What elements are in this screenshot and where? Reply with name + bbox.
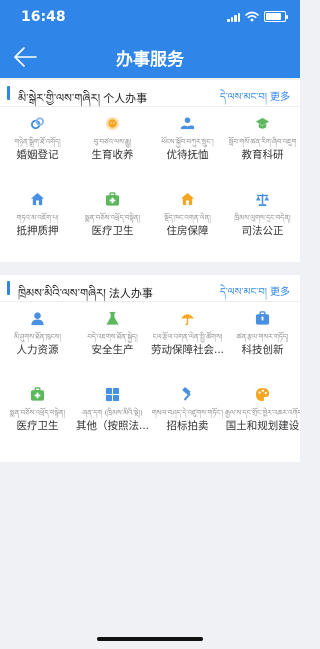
briefcase-icon xyxy=(255,311,270,325)
graduation-cap-icon xyxy=(255,117,270,129)
service-label: 人力资源 xyxy=(16,344,59,356)
service-grid: མི་ཤུགས་ཐོན་ཁུངས། 人力资源 བདེ་འཇགས་ཐོན་སྐྱེ… xyxy=(0,302,300,454)
service-label: 国土和规划建设 xyxy=(225,420,300,432)
service-grid: གཉེན་སྒྲིག་ཐོ་འགོད། 婚姻登记 བུ་བཙའ་ལས་རྒྱུ།… xyxy=(0,107,300,259)
hammer-icon xyxy=(182,387,191,401)
service-label: 招标拍卖 xyxy=(166,420,209,432)
service-label: 安全生产 xyxy=(91,344,134,356)
service-label: 司法公正 xyxy=(241,225,284,237)
service-label: 其他（按照法... xyxy=(75,420,149,432)
umbrella-icon xyxy=(180,314,195,326)
section-header: ཁྲིམས་མིའི་ལས་གཞིར། 法人办事 དེ་ལས་མང་བ། 更多 xyxy=(0,275,300,301)
service-label: 教育科研 xyxy=(241,149,284,161)
wifi-icon xyxy=(245,11,259,22)
person-icon xyxy=(31,312,44,326)
service-housing-security[interactable]: སྡོད་ཁང་འགན་ལེན། 住房保障 xyxy=(150,183,225,259)
app-header: 16:48 办事服务 xyxy=(0,0,300,78)
palette-icon xyxy=(255,387,270,402)
service-label: 生育收养 xyxy=(91,149,134,161)
service-land-planning[interactable]: རྒྱལ་ས་དང་གྲོང་ཁྱེར་འཆར་འགོད། 国土和规划建设 xyxy=(225,378,300,454)
service-safe-production[interactable]: བདེ་འཇགས་ཐོན་སྐྱེད། 安全生产 xyxy=(75,302,150,378)
navigation-bar: 办事服务 xyxy=(0,36,300,78)
home-icon xyxy=(30,192,45,206)
section-accent-bar xyxy=(7,281,10,295)
service-label: 抵押质押 xyxy=(16,225,59,237)
section-title-chinese: 法人办事 xyxy=(108,287,153,300)
service-medical-health[interactable]: སྨན་བཅོས་འཕྲོད་བསྟེན། 医疗卫生 xyxy=(75,183,150,259)
more-link-chinese: 更多 xyxy=(270,92,290,103)
service-label: 住房保障 xyxy=(166,225,209,237)
baby-icon xyxy=(105,116,120,131)
justice-scale-icon xyxy=(255,193,270,207)
section-title-chinese: 个人办事 xyxy=(103,92,148,105)
status-bar: 16:48 xyxy=(0,0,300,36)
section-title-tibetan: ཁྲིམས་མིའི་ལས་གཞིར། xyxy=(18,286,106,300)
service-judicial-notary[interactable]: ཁྲིམས་ལུགས་དྲང་བདེན། 司法公正 xyxy=(225,183,300,259)
battery-icon xyxy=(264,11,288,22)
service-education-research[interactable]: སློབ་གསོ་ཚན་རིག་ཞིབ་འཇུག 教育科研 xyxy=(225,107,300,183)
section-accent-bar xyxy=(7,86,10,100)
service-label: 医疗卫生 xyxy=(16,420,59,432)
more-link-chinese: 更多 xyxy=(270,287,290,298)
service-marriage[interactable]: གཉེན་སྒྲིག་ཐོ་འགོད། 婚姻登记 xyxy=(0,107,75,183)
care-icon xyxy=(180,117,195,130)
more-link-tibetan: དེ་ལས་མང་བ། xyxy=(219,287,267,298)
grid-icon xyxy=(105,387,120,402)
service-medical-health-corporate[interactable]: སྨན་བཅོས་འཕྲོད་བསྟེན། 医疗卫生 xyxy=(0,378,75,454)
service-label: 科技创新 xyxy=(241,344,284,356)
marriage-icon xyxy=(30,117,45,130)
cellular-signal-icon xyxy=(227,12,240,22)
flask-icon xyxy=(106,311,119,325)
status-time: 16:48 xyxy=(21,9,66,25)
service-human-resources[interactable]: མི་ཤུགས་ཐོན་ཁུངས། 人力资源 xyxy=(0,302,75,378)
service-tech-innovation[interactable]: ཚན་རྩལ་གསར་གཏོད། 科技创新 xyxy=(225,302,300,378)
service-bidding-auction[interactable]: གསལ་བཤད་དེ་འཛུགས་གཏོང་། 招标拍卖 xyxy=(150,378,225,454)
medical-kit-icon xyxy=(30,387,45,401)
page-title: 办事服务 xyxy=(116,50,184,70)
house-icon xyxy=(180,192,195,206)
personal-services-section: མི་སྒེར་གྱི་ལས་གཞིར། 个人办事 དེ་ལས་མང་བ། 更多 ག… xyxy=(0,80,300,262)
corporate-services-section: ཁྲིམས་མིའི་ལས་གཞིར། 法人办事 དེ་ལས་མང་བ། 更多 མི… xyxy=(0,275,300,462)
status-icons xyxy=(227,11,288,22)
service-labor-social-security[interactable]: ངལ་རྩོལ་འགན་ལེན་སྤྱི་ཚོགས། 劳动保障社会... xyxy=(150,302,225,378)
service-label: 优待抚恤 xyxy=(166,149,209,161)
service-label: 医疗卫生 xyxy=(91,225,134,237)
service-preferential-care[interactable]: ཕོངས་སྐྱོབ་བཀུར་སྲུང་། 优待抚恤 xyxy=(150,107,225,183)
more-link-tibetan: དེ་ལས་མང་བ། xyxy=(219,92,267,103)
home-indicator[interactable] xyxy=(97,637,203,641)
service-label: 劳动保障社会... xyxy=(150,344,224,356)
service-birth-adoption[interactable]: བུ་བཙའ་ལས་རྒྱུ། 生育收养 xyxy=(75,107,150,183)
service-other[interactable]: ཞན་དག (ཁྲིམས་མིའི་སྡེ།) 其他（按照法... xyxy=(75,378,150,454)
service-label: 婚姻登记 xyxy=(16,149,59,161)
medical-kit-icon xyxy=(105,192,120,206)
service-mortgage-pledge[interactable]: གཏའ་མ་འཇོག་པ། 抵押质押 xyxy=(0,183,75,259)
section-header: མི་སྒེར་གྱི་ལས་གཞིར། 个人办事 དེ་ལས་མང་བ། 更多 xyxy=(0,80,300,106)
section-title-tibetan: མི་སྒེར་གྱི་ལས་གཞིར། xyxy=(18,91,101,105)
